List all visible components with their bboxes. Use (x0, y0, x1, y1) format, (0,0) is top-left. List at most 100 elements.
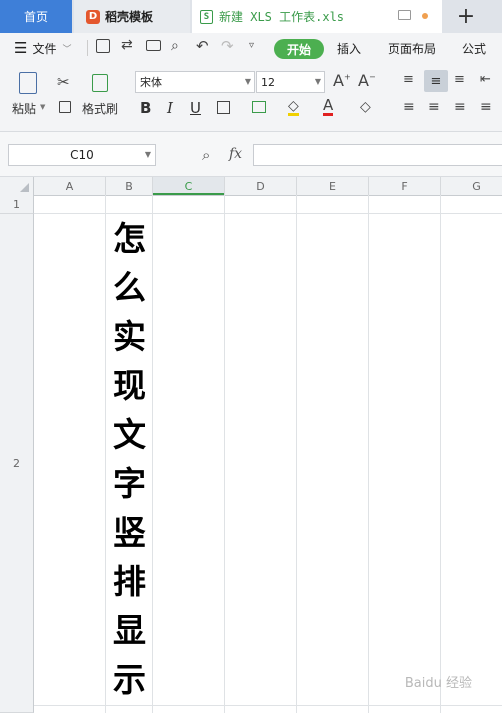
print-preview-icon[interactable]: ⌕ (171, 38, 179, 54)
font-family-value: 宋体 (140, 76, 162, 89)
docer-logo-icon: D (86, 9, 100, 24)
redo-icon[interactable]: ↷ (221, 37, 234, 55)
font-size-select[interactable]: 12 ▼ (256, 71, 325, 93)
chevron-down-icon: ▼ (144, 150, 151, 159)
print-icon[interactable] (146, 40, 161, 51)
cell-char: 字 (113, 464, 146, 503)
column-header-f[interactable]: F (369, 177, 441, 195)
italic-icon[interactable]: I (167, 99, 173, 117)
format-painter-label: 格式刷 (82, 102, 119, 116)
save-icon[interactable] (96, 39, 110, 53)
align-top-icon[interactable]: ≡ (403, 72, 414, 87)
tab-start[interactable]: 开始 (274, 39, 324, 59)
corner-triangle-icon (20, 183, 29, 192)
formula-input[interactable] (253, 144, 502, 166)
select-all-corner[interactable] (0, 177, 34, 195)
cut-icon[interactable]: ✂ (57, 73, 70, 91)
column-f-label: F (401, 179, 408, 193)
row-header-1[interactable]: 1 (0, 195, 34, 214)
align-left-icon[interactable]: ≡ (403, 99, 415, 115)
row-2-label: 2 (13, 456, 20, 470)
chevron-down-icon: ▼ (244, 77, 251, 86)
indent-icon[interactable]: ⇤ (480, 72, 491, 87)
paste-button[interactable]: 粘贴 ▼ (12, 70, 54, 118)
cell-char: 实 (113, 317, 146, 356)
watermark-text: Baidu 经验 (404, 676, 472, 691)
cell-char: 现 (113, 366, 146, 405)
clipboard-icon (19, 72, 37, 94)
undo-icon[interactable]: ↶ (196, 37, 209, 55)
tab-home[interactable]: 首页 (0, 0, 72, 33)
column-header-e[interactable]: E (297, 177, 369, 195)
row-1-label: 1 (13, 197, 20, 211)
align-bottom-icon[interactable]: ≡ (454, 72, 465, 87)
tab-insert[interactable]: 插入 (337, 33, 361, 63)
eraser-icon[interactable]: ◇ (360, 99, 371, 115)
tab-docer-templates[interactable]: D 稻壳模板 (74, 0, 190, 33)
column-a-label: A (65, 179, 74, 193)
fx-icon[interactable]: fx (229, 146, 242, 162)
align-middle-icon[interactable]: ≡ (424, 70, 448, 92)
tab-file-label: 新建 XLS 工作表.xls (219, 10, 345, 24)
caret-down-icon: ▼ (40, 103, 46, 111)
paste-label: 粘贴 (12, 102, 37, 116)
unsaved-dot-icon (422, 13, 428, 19)
gridline (34, 705, 502, 706)
zoom-icon[interactable]: ⌕ (202, 146, 210, 164)
format-painter-button[interactable]: 格式刷 (82, 70, 122, 118)
spreadsheet-icon: S (200, 9, 213, 24)
column-header-d[interactable]: D (225, 177, 297, 195)
column-header-g[interactable]: G (441, 177, 502, 195)
justify-icon[interactable]: ≡ (480, 99, 492, 115)
cell-char: 怎 (113, 219, 146, 258)
tab-home-label: 首页 (23, 10, 48, 24)
export-icon[interactable]: ⇄ (121, 37, 133, 53)
underline-icon[interactable]: U (190, 99, 201, 117)
column-c-label: C (184, 179, 193, 193)
cell-char: 显 (113, 611, 146, 650)
border-icon[interactable] (217, 101, 230, 114)
fill-color-icon[interactable]: ◇ (288, 99, 299, 116)
name-box[interactable]: C10 ▼ (8, 144, 156, 166)
bold-icon[interactable]: B (140, 99, 151, 117)
cell-char: 么 (113, 268, 146, 307)
tab-formula[interactable]: 公式 (462, 33, 486, 63)
file-menu-label: 文件 (32, 41, 57, 56)
row-header-2[interactable]: 2 (0, 214, 34, 713)
decrease-font-icon[interactable]: A− (358, 71, 376, 90)
copy-icon[interactable] (59, 101, 71, 113)
hamburger-icon: ☰ (14, 39, 28, 57)
cell-char: 示 (113, 660, 146, 699)
tab-page-layout[interactable]: 页面布局 (388, 33, 436, 63)
column-g-label: G (472, 179, 481, 193)
more-icon[interactable]: ▿ (249, 40, 254, 51)
gridline (440, 195, 441, 713)
column-header-a[interactable]: A (34, 177, 106, 195)
tab-current-file[interactable]: S 新建 XLS 工作表.xls (192, 0, 442, 33)
column-header-c[interactable]: C (153, 177, 225, 195)
align-center-icon[interactable]: ≡ (428, 99, 440, 115)
monitor-icon[interactable] (398, 10, 411, 20)
watermark: Baidu 经验 (405, 672, 472, 691)
tab-page-layout-label: 页面布局 (388, 41, 437, 56)
font-color-icon[interactable]: A (323, 97, 334, 116)
cell-b2-vertical-text[interactable]: 怎 么 实 现 文 字 竖 排 显 示 (106, 214, 153, 704)
merge-cells-icon[interactable] (252, 101, 266, 113)
new-tab-button[interactable]: + (446, 0, 486, 33)
column-header-b[interactable]: B (106, 177, 153, 195)
font-family-select[interactable]: 宋体 ▼ (135, 71, 255, 93)
font-size-value: 12 (261, 75, 275, 89)
gridline (34, 213, 502, 214)
tab-docer-label: 稻壳模板 (105, 10, 154, 24)
align-right-icon[interactable]: ≡ (454, 99, 466, 115)
gridline (224, 195, 225, 713)
chevron-down-icon: ﹀ (62, 44, 72, 55)
gridline (296, 195, 297, 713)
column-e-label: E (329, 179, 336, 193)
chevron-down-icon: ▼ (314, 77, 321, 86)
tab-start-label: 开始 (286, 42, 311, 57)
file-menu[interactable]: ☰ 文件 ﹀ (14, 33, 71, 63)
gridline (368, 195, 369, 713)
cell-char: 竖 (113, 513, 146, 552)
increase-font-icon[interactable]: A+ (333, 71, 351, 90)
